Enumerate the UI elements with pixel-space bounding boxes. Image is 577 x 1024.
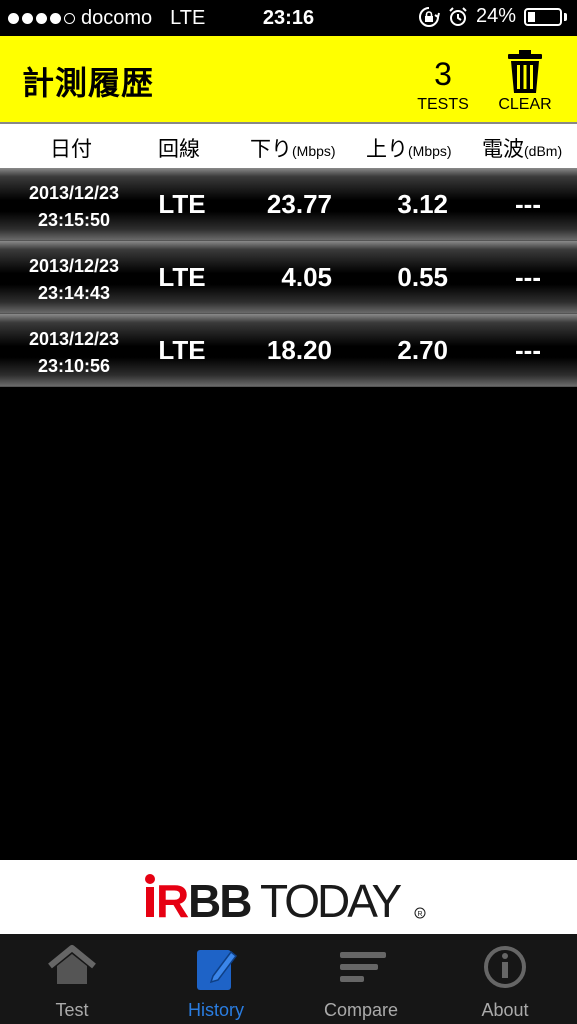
row-time: 23:15:50 [37, 210, 111, 230]
tab-label: Compare [323, 1000, 399, 1020]
header: 計測履歴 3 TESTS CLEAR [0, 36, 577, 124]
tests-label: TESTS [417, 96, 469, 113]
col-down: 下り(Mbps) [250, 133, 336, 163]
history-row[interactable]: 2013/12/23 23:10:56 LTE 18.20 2.70 --- [0, 314, 577, 387]
row-date: 2013/12/23 [28, 183, 120, 203]
alarm-clock-icon [449, 6, 467, 26]
row-up: 2.70 [397, 335, 448, 365]
row-signal: --- [515, 335, 541, 365]
col-line: 回線 [158, 138, 200, 161]
col-signal-label: 電波 [482, 138, 524, 161]
row-date: 2013/12/23 [28, 256, 120, 276]
col-up-label: 上り [366, 138, 408, 161]
row-down: 23.77 [266, 189, 332, 219]
col-up-unit: (Mbps) [408, 143, 452, 159]
history-list: 2013/12/23 23:15:50 LTE 23.77 3.12 --- 2… [0, 168, 577, 387]
col-date: 日付 [50, 138, 92, 161]
clear-button[interactable]: CLEAR [490, 46, 560, 118]
row-time: 23:10:56 [37, 356, 111, 376]
col-down-label: 下り [250, 138, 292, 161]
col-down-unit: (Mbps) [292, 143, 336, 159]
tab-label: History [187, 1000, 244, 1020]
row-up: 3.12 [397, 189, 448, 219]
rbbtoday-banner[interactable]: R BB TODAY R [0, 860, 577, 934]
bars-icon [340, 952, 386, 982]
status-right: 24% [418, 5, 567, 28]
history-row[interactable]: 2013/12/23 23:15:50 LTE 23.77 3.12 --- [0, 168, 577, 241]
svg-text:R: R [417, 911, 422, 918]
tab-compare[interactable]: Compare [289, 934, 433, 1024]
tab-label: Test [55, 1000, 89, 1020]
row-down: 4.05 [281, 262, 332, 292]
history-row[interactable]: 2013/12/23 23:14:43 LTE 4.05 0.55 --- [0, 241, 577, 314]
svg-text:BB: BB [188, 875, 251, 921]
col-signal-unit: (dBm) [524, 143, 563, 159]
tab-history[interactable]: History [144, 934, 288, 1024]
tests-count: 3 [434, 56, 452, 92]
rbbtoday-logo: R BB TODAY R [144, 874, 425, 921]
row-line: LTE [158, 262, 206, 292]
house-icon [48, 945, 96, 984]
status-bar: docomo LTE 23:16 24% [0, 0, 577, 36]
svg-text:TODAY: TODAY [260, 875, 402, 921]
row-down: 18.20 [266, 335, 332, 365]
row-datetime: 2013/12/23 23:10:56 [12, 326, 136, 380]
page-title: 計測履歴 [22, 65, 155, 101]
rotation-lock-icon [419, 6, 440, 27]
battery-tip [564, 12, 567, 21]
row-line: LTE [158, 335, 206, 365]
notepad-pencil-icon [197, 950, 238, 990]
row-line: LTE [158, 189, 206, 219]
row-signal: --- [515, 262, 541, 292]
row-signal: --- [515, 189, 541, 219]
svg-text:R: R [156, 875, 189, 921]
tab-about[interactable]: About [433, 934, 577, 1024]
row-datetime: 2013/12/23 23:15:50 [12, 180, 136, 234]
battery-percent: 24% [475, 5, 516, 27]
row-date: 2013/12/23 [28, 329, 120, 349]
column-header: 日付 回線 下り(Mbps) 上り(Mbps) 電波(dBm) [0, 124, 577, 168]
info-icon [484, 946, 526, 988]
row-up: 0.55 [397, 262, 448, 292]
col-signal: 電波(dBm) [482, 133, 562, 163]
clear-label: CLEAR [498, 96, 552, 113]
trash-icon [508, 50, 542, 93]
col-up: 上り(Mbps) [366, 133, 452, 163]
tab-bar: Test History Compare About [0, 934, 577, 1024]
row-time: 23:14:43 [37, 283, 111, 303]
battery-icon [524, 7, 562, 26]
tab-label: About [481, 1000, 529, 1020]
row-datetime: 2013/12/23 23:14:43 [12, 253, 136, 307]
tab-test[interactable]: Test [0, 934, 144, 1024]
